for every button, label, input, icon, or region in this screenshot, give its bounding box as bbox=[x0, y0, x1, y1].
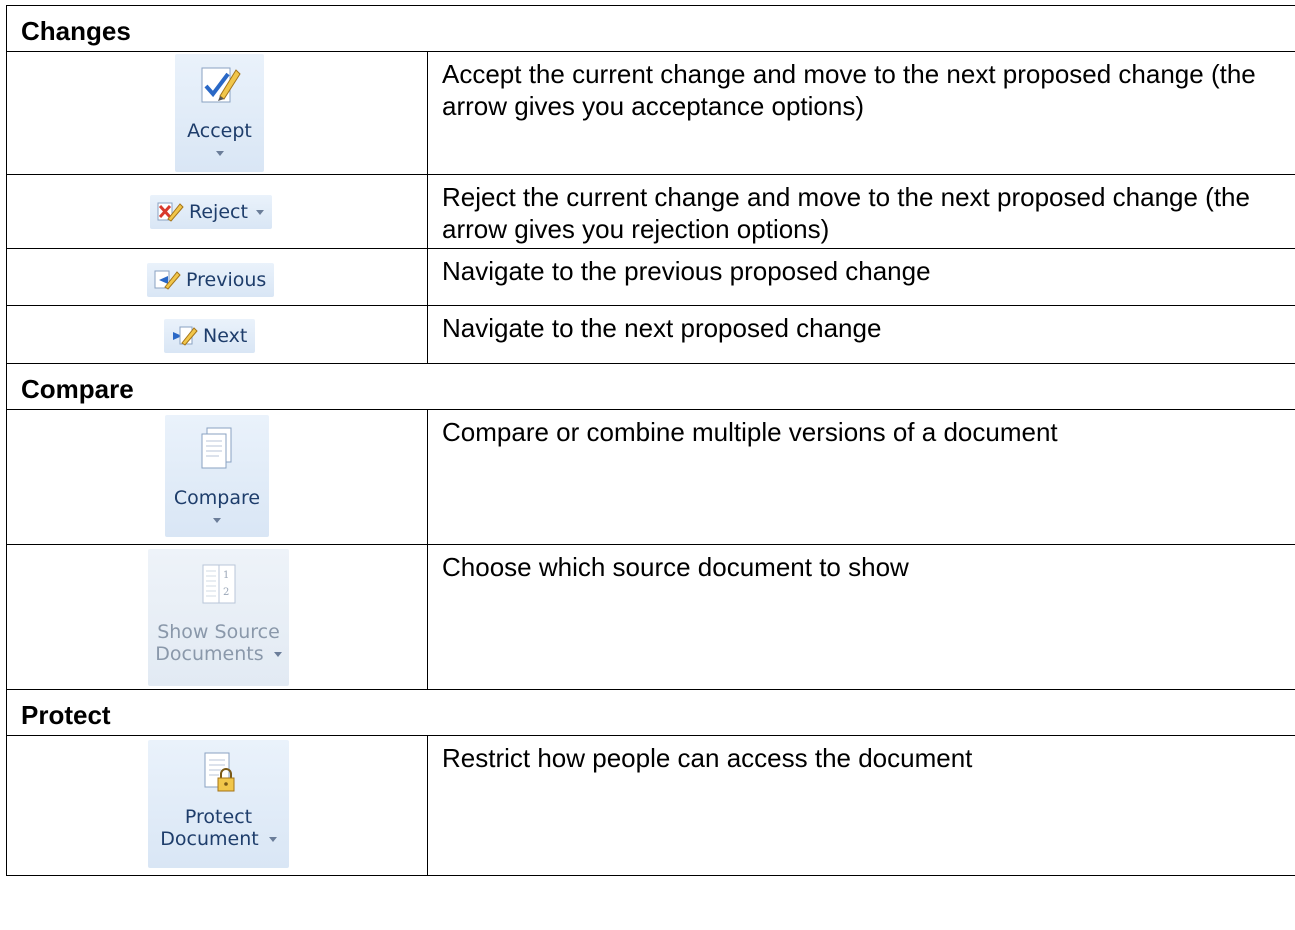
protect-description: Restrict how people can access the docum… bbox=[427, 735, 1295, 876]
protect-label-line1: Protect bbox=[184, 806, 253, 828]
accept-button[interactable]: Accept bbox=[175, 54, 264, 172]
section-header-compare: Compare bbox=[6, 363, 1295, 410]
previous-description: Navigate to the previous proposed change bbox=[427, 248, 1295, 306]
show-source-label-line2-text: Documents bbox=[155, 643, 264, 665]
svg-text:2: 2 bbox=[223, 587, 229, 598]
review-commands-table: Changes Accept Accept the current change… bbox=[6, 5, 1295, 876]
previous-change-icon bbox=[154, 270, 181, 290]
accept-label: Accept bbox=[187, 120, 252, 142]
next-change-icon bbox=[173, 326, 198, 346]
table-row: Protect Document Restrict how people can… bbox=[6, 735, 1295, 876]
protect-label-line2: Document bbox=[160, 828, 277, 850]
section-header-changes: Changes bbox=[6, 5, 1295, 52]
chevron-down-icon bbox=[255, 209, 264, 215]
show-source-description: Choose which source document to show bbox=[427, 544, 1295, 690]
section-title: Changes bbox=[6, 5, 1295, 52]
table-row: Compare Compare or combine multiple vers… bbox=[6, 409, 1295, 545]
compare-document-icon bbox=[201, 427, 232, 469]
reject-changes-icon bbox=[157, 202, 184, 222]
next-description: Navigate to the next proposed change bbox=[427, 305, 1295, 364]
section-title: Protect bbox=[6, 689, 1295, 736]
chevron-down-icon bbox=[273, 652, 282, 657]
protect-document-button[interactable]: Protect Document bbox=[148, 740, 289, 868]
protect-document-icon bbox=[204, 752, 234, 792]
show-source-label-line1: Show Source bbox=[157, 621, 280, 643]
accept-changes-icon bbox=[201, 67, 241, 103]
next-label: Next bbox=[203, 325, 248, 347]
protect-label-line2-text: Document bbox=[160, 828, 259, 850]
show-source-label-line2: Documents bbox=[155, 643, 282, 665]
table-row: 1 2 Show Source Documents Choose which s… bbox=[6, 544, 1295, 690]
next-change-button[interactable]: Next bbox=[164, 319, 256, 353]
reject-label: Reject bbox=[189, 201, 248, 223]
section-header-protect: Protect bbox=[6, 689, 1295, 736]
show-source-documents-icon: 1 2 bbox=[202, 564, 235, 604]
previous-label: Previous bbox=[186, 269, 267, 291]
compare-button[interactable]: Compare bbox=[165, 415, 269, 537]
table-row: Accept Accept the current change and mov… bbox=[6, 51, 1295, 175]
chevron-down-icon bbox=[268, 837, 277, 842]
table-row: Previous Navigate to the previous propos… bbox=[6, 248, 1295, 306]
accept-description: Accept the current change and move to th… bbox=[427, 51, 1295, 175]
table-row: Reject Reject the current change and mov… bbox=[6, 174, 1295, 249]
reject-button[interactable]: Reject bbox=[150, 195, 272, 229]
compare-label: Compare bbox=[173, 487, 261, 509]
table-row: Next Navigate to the next proposed chang… bbox=[6, 305, 1295, 364]
svg-text:1: 1 bbox=[223, 570, 229, 581]
reject-description: Reject the current change and move to th… bbox=[427, 174, 1295, 249]
chevron-down-icon bbox=[215, 151, 224, 156]
show-source-documents-button[interactable]: 1 2 Show Source Documents bbox=[148, 549, 289, 686]
compare-description: Compare or combine multiple versions of … bbox=[427, 409, 1295, 545]
section-title: Compare bbox=[6, 363, 1295, 410]
previous-change-button[interactable]: Previous bbox=[147, 263, 275, 297]
chevron-down-icon bbox=[213, 518, 221, 523]
